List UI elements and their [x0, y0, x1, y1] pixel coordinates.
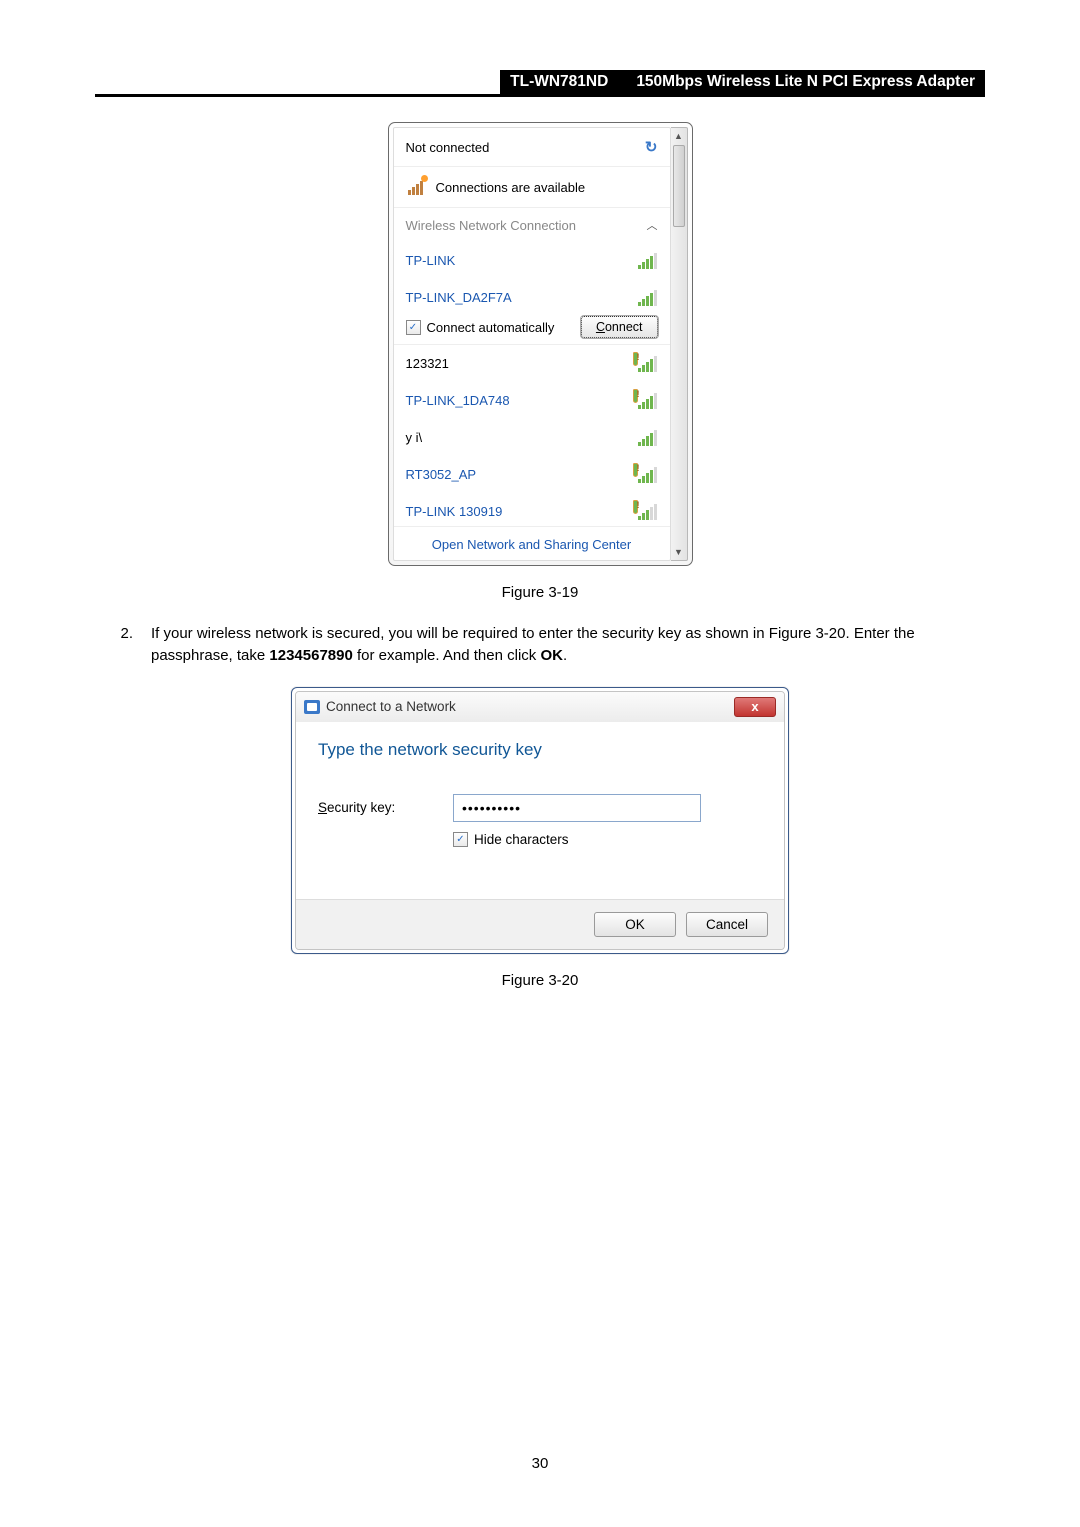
hide-characters-checkbox[interactable]: ✓	[453, 832, 468, 847]
signal-available-icon	[406, 177, 428, 197]
network-item[interactable]: у і\	[394, 419, 670, 456]
security-key-input[interactable]	[453, 794, 701, 822]
model-number: TL-WN781ND	[500, 73, 618, 91]
page-number: 30	[0, 1455, 1080, 1472]
security-key-label: Security key:	[318, 800, 453, 815]
ok-button[interactable]: OK	[594, 912, 676, 937]
wireless-section-header[interactable]: Wireless Network Connection ︿	[394, 208, 670, 242]
signal-secured-icon	[636, 466, 658, 483]
connection-status-row: Not connected ↻	[394, 128, 670, 167]
scrollbar[interactable]: ▲ ▼	[671, 127, 688, 561]
close-icon[interactable]: x	[734, 697, 776, 717]
scroll-down-icon[interactable]: ▼	[671, 544, 687, 560]
network-item[interactable]: TP-LINK_1DA748	[394, 382, 670, 419]
signal-secured-icon	[636, 503, 658, 520]
connect-auto-checkbox[interactable]: ✓	[406, 320, 421, 335]
signal-icon	[636, 289, 658, 306]
network-item[interactable]: TP-LINK 130919	[394, 493, 670, 526]
network-item-selected[interactable]: TP-LINK_DA2F7A	[394, 279, 670, 310]
signal-secured-icon	[636, 392, 658, 409]
figure-caption: Figure 3-20	[95, 972, 985, 989]
dialog-heading: Type the network security key	[318, 740, 762, 760]
scroll-up-icon[interactable]: ▲	[671, 128, 687, 144]
wifi-flyout: Not connected ↻ Connections are availabl…	[388, 122, 693, 566]
dialog-title-bar: Connect to a Network x	[296, 692, 784, 722]
cancel-button[interactable]: Cancel	[686, 912, 768, 937]
refresh-icon[interactable]: ↻	[645, 138, 658, 156]
network-item[interactable]: 123321	[394, 345, 670, 382]
open-network-center-link[interactable]: Open Network and Sharing Center	[394, 526, 670, 560]
product-description: 150Mbps Wireless Lite N PCI Express Adap…	[618, 73, 985, 91]
available-text: Connections are available	[436, 180, 586, 195]
security-key-dialog: Connect to a Network x Type the network …	[291, 687, 789, 954]
network-item[interactable]: RT3052_AP	[394, 456, 670, 493]
signal-secured-icon	[636, 355, 658, 372]
scroll-thumb[interactable]	[673, 145, 685, 227]
step-number: 2.	[95, 623, 151, 667]
status-text: Not connected	[406, 140, 490, 155]
figure-caption: Figure 3-19	[95, 584, 985, 601]
connect-button[interactable]: Connect	[581, 316, 658, 338]
network-icon	[304, 700, 320, 714]
hide-characters-label: Hide characters	[474, 832, 569, 847]
chevron-up-icon: ︿	[647, 217, 658, 233]
connect-expand-row: ✓ Connect automatically Connect	[394, 310, 670, 345]
instruction-step: 2. If your wireless network is secured, …	[95, 623, 985, 667]
doc-header: TL-WN781ND 150Mbps Wireless Lite N PCI E…	[95, 70, 985, 97]
signal-icon	[636, 252, 658, 269]
connections-available-row: Connections are available	[394, 167, 670, 208]
signal-icon	[636, 429, 658, 446]
network-item[interactable]: TP-LINK	[394, 242, 670, 279]
